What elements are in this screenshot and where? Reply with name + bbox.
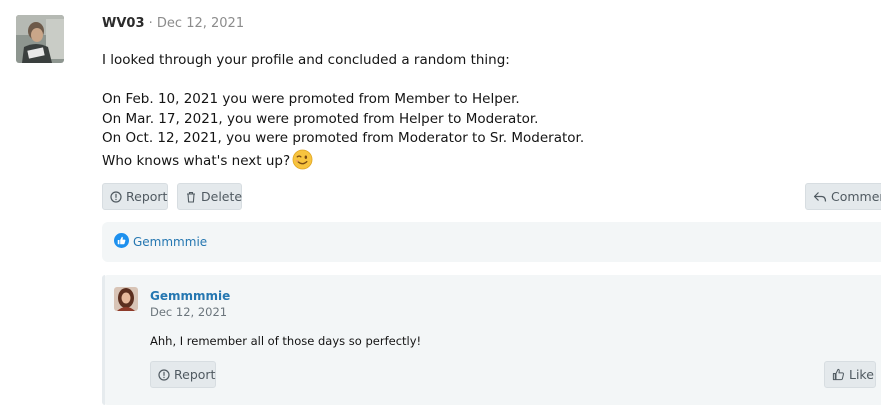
like-button[interactable]: Like xyxy=(824,361,876,388)
reaction-user-link[interactable]: Gemmmmie xyxy=(133,235,207,249)
post-meta: WV03 · Dec 12, 2021 xyxy=(102,16,244,31)
reply-arrow-icon xyxy=(813,191,827,202)
post-line: On Oct. 12, 2021, you were promoted from… xyxy=(102,130,585,147)
like-label: Like xyxy=(849,367,874,382)
reply-divider xyxy=(102,275,105,405)
report-icon xyxy=(110,190,122,203)
post-line: I looked through your profile and conclu… xyxy=(102,52,510,68)
thumbs-up-outline-icon xyxy=(832,368,844,381)
reply-author-name[interactable]: Gemmmmie xyxy=(150,289,230,303)
reply-report-label: Report xyxy=(174,367,216,382)
post-author-name[interactable]: WV03 xyxy=(102,16,145,31)
reply-report-button[interactable]: Report xyxy=(150,361,216,388)
post-line-last: Who knows what's next up? xyxy=(102,149,802,177)
report-button[interactable]: Report xyxy=(102,183,168,210)
post-body: I looked through your profile and conclu… xyxy=(102,51,802,177)
delete-label: Delete xyxy=(201,189,243,204)
comment-button[interactable]: Comment xyxy=(805,183,881,210)
meta-separator: · xyxy=(148,16,153,31)
trash-icon xyxy=(187,191,195,203)
delete-button[interactable]: Delete xyxy=(177,183,242,210)
post-line: On Feb. 10, 2021 you were promoted from … xyxy=(102,91,520,108)
thumbs-up-icon xyxy=(114,232,129,252)
report-icon xyxy=(158,368,170,381)
reply-avatar[interactable] xyxy=(114,287,138,311)
report-label: Report xyxy=(126,189,168,204)
post-line: Who knows what's next up? xyxy=(102,152,291,169)
wink-emoji-icon xyxy=(292,149,313,177)
author-avatar[interactable] xyxy=(16,15,64,63)
reactions-bar: Gemmmmie xyxy=(102,222,881,262)
post-line: On Mar. 17, 2021, you were promoted from… xyxy=(102,110,539,127)
reply-text: Ahh, I remember all of those days so per… xyxy=(150,334,422,348)
reply-date[interactable]: Dec 12, 2021 xyxy=(150,305,227,319)
post-date[interactable]: Dec 12, 2021 xyxy=(157,16,244,31)
comment-label: Comment xyxy=(831,189,881,204)
